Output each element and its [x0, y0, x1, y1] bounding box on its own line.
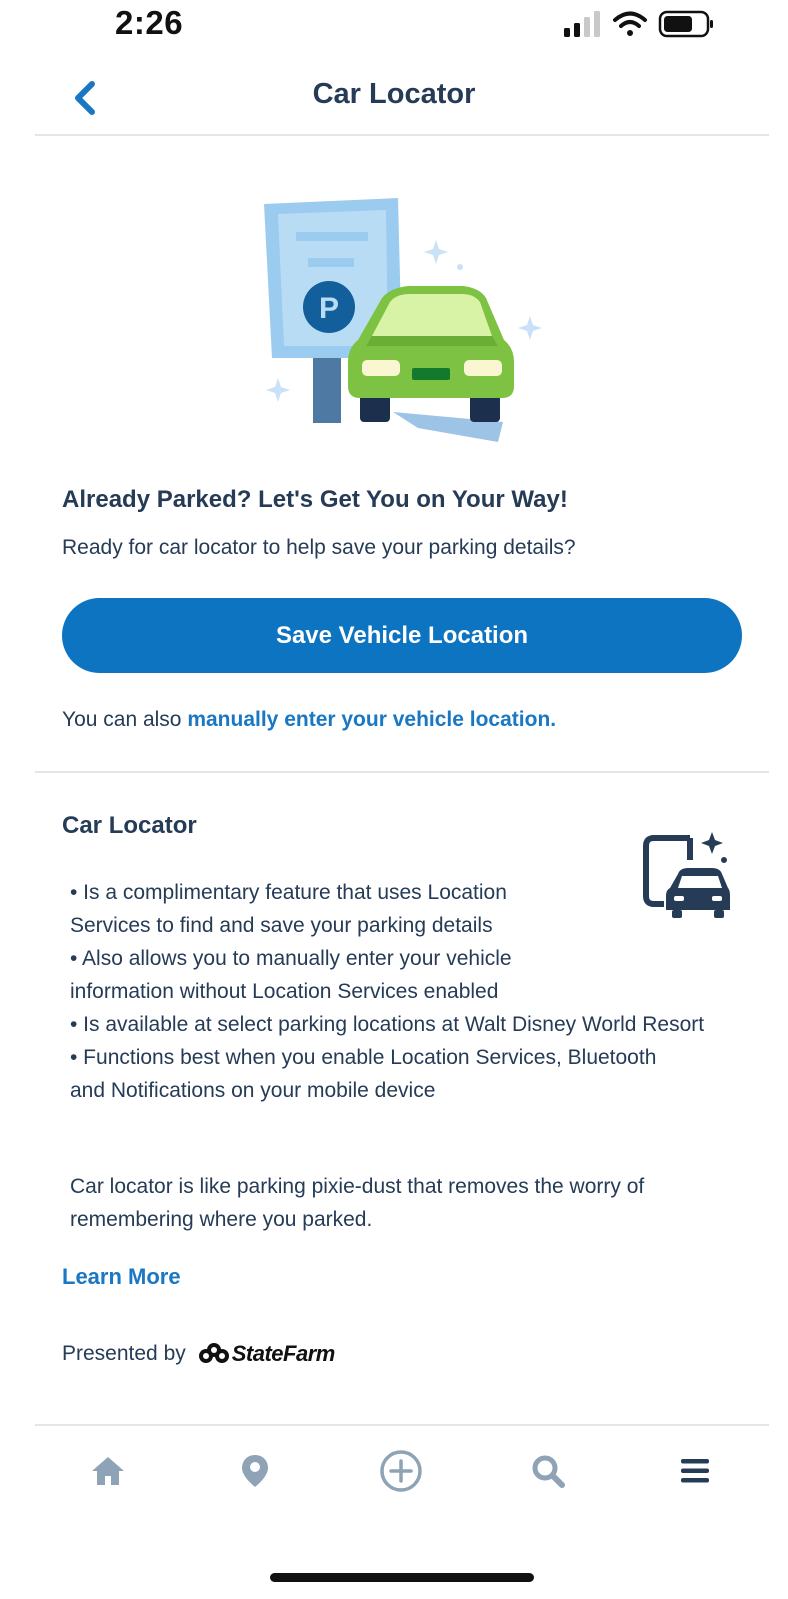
- menu-icon: [681, 1459, 709, 1483]
- statefarm-wordmark: StateFarm: [231, 1341, 336, 1366]
- tab-add[interactable]: [371, 1446, 431, 1496]
- status-icons: [564, 10, 713, 38]
- page-title: Car Locator: [312, 78, 476, 110]
- section-divider: [35, 771, 769, 773]
- manual-entry-link[interactable]: manually enter your vehicle location.: [187, 708, 556, 731]
- manual-entry-line: You can also manually enter your vehicle…: [62, 708, 556, 732]
- info-title: Car Locator: [62, 812, 197, 839]
- feature-item: • Functions best when you enable Locatio…: [70, 1046, 657, 1102]
- battery-icon: [658, 10, 713, 38]
- svg-text:P: P: [319, 292, 339, 325]
- plus-circle-icon: [380, 1450, 422, 1492]
- tab-menu[interactable]: [665, 1446, 725, 1496]
- parked-car-illustration: P: [264, 198, 542, 442]
- save-vehicle-location-button[interactable]: Save Vehicle Location: [62, 598, 742, 673]
- status-time: 2:26: [115, 4, 184, 41]
- manual-entry-prefix: You can also: [62, 708, 188, 731]
- statefarm-logo: StateFarm: [196, 1341, 335, 1367]
- feature-list: • Is a complimentary feature that uses L…: [70, 876, 750, 1107]
- hero-subtext: Ready for car locator to help save your …: [62, 536, 576, 559]
- learn-more-link[interactable]: Learn More: [62, 1264, 181, 1290]
- tab-search[interactable]: [518, 1446, 578, 1496]
- cellular-signal-icon: [564, 11, 600, 37]
- statefarm-rings-icon: [198, 1343, 229, 1363]
- location-pin-icon: [242, 1455, 268, 1487]
- hero-headline: Already Parked? Let's Get You on Your Wa…: [62, 486, 568, 513]
- header-divider: [35, 134, 769, 136]
- feature-item: • Is a complimentary feature that uses L…: [70, 881, 507, 937]
- presented-by-label: Presented by: [62, 1342, 186, 1365]
- wifi-icon: [613, 11, 647, 36]
- pixie-dust-text: Car locator is like parking pixie-dust t…: [70, 1175, 645, 1231]
- tab-location[interactable]: [225, 1446, 285, 1496]
- home-indicator: [270, 1573, 534, 1582]
- home-icon: [92, 1457, 124, 1485]
- feature-item: • Also allows you to manually enter your…: [70, 947, 512, 1003]
- feature-item: • Is available at select parking locatio…: [70, 1013, 705, 1036]
- tabbar-divider: [35, 1424, 769, 1426]
- tab-home[interactable]: [78, 1446, 138, 1496]
- search-icon: [532, 1455, 565, 1488]
- presented-by: Presented by StateFarm: [62, 1341, 335, 1367]
